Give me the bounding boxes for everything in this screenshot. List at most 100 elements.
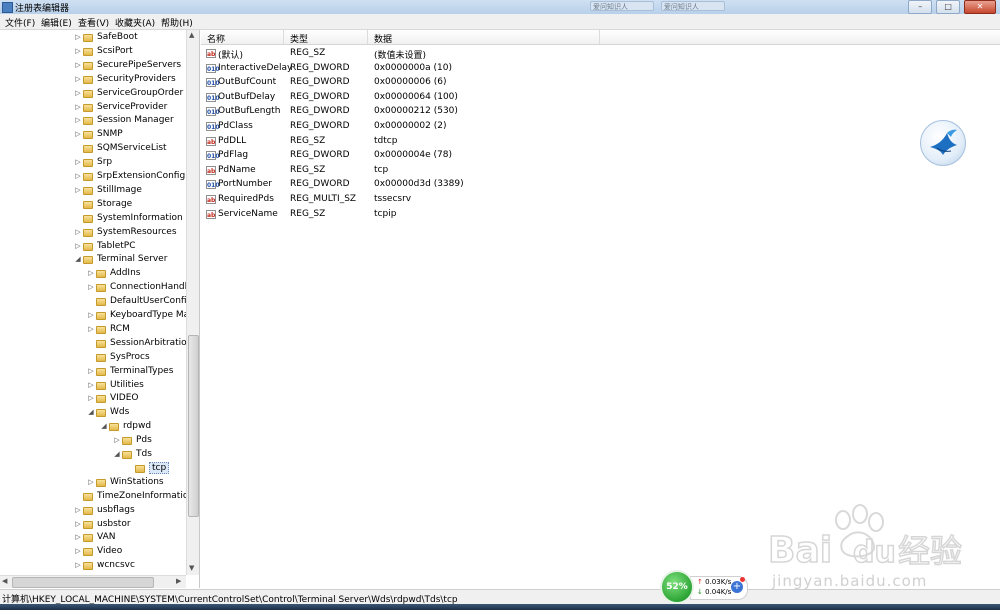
- value-row[interactable]: ab PdName REG_SZ tcp: [201, 164, 1000, 178]
- tree-node-storage[interactable]: Storage: [0, 198, 185, 212]
- tree-node-video[interactable]: ▷ Video: [0, 545, 185, 559]
- tree-node-safeboot[interactable]: ▷ SafeBoot: [0, 31, 185, 45]
- registry-key-tree[interactable]: ▷ SafeBoot ▷ ScsiPort ▷ SecurePipeServers ▷ Sec…: [0, 30, 200, 588]
- tree-node-systemresources[interactable]: ▷ SystemResources: [0, 226, 185, 240]
- scroll-up-arrow-icon[interactable]: ▲: [189, 31, 194, 39]
- expand-arrow-icon[interactable]: ▷: [74, 61, 82, 69]
- collapse-arrow-icon[interactable]: ◢: [113, 450, 121, 458]
- value-row[interactable]: 010 OutBufLength REG_DWORD 0x00000212 (530): [201, 105, 1000, 119]
- close-button[interactable]: ✕: [964, 0, 996, 14]
- tree-node-systeminformation[interactable]: SystemInformation: [0, 212, 185, 226]
- scroll-right-arrow-icon[interactable]: ▶: [176, 577, 181, 585]
- expand-arrow-icon[interactable]: ▷: [87, 269, 95, 277]
- value-row[interactable]: 010 PortNumber REG_DWORD 0x00000d3d (3389): [201, 178, 1000, 192]
- expand-arrow-icon[interactable]: ▷: [87, 478, 95, 486]
- value-row[interactable]: ab PdDLL REG_SZ tdtcp: [201, 135, 1000, 149]
- value-row[interactable]: 010 PdFlag REG_DWORD 0x0000004e (78): [201, 149, 1000, 163]
- background-window-tab[interactable]: 爱问知识人: [660, 1, 725, 11]
- tree-horizontal-scrollbar[interactable]: ◀ ▶: [0, 575, 186, 588]
- network-speed-widget[interactable]: ↑ 0.03K/s ↓ 0.04K/s 52% +: [660, 570, 750, 604]
- tree-node-servicegrouporder[interactable]: ▷ ServiceGroupOrder: [0, 87, 185, 101]
- tree-node-winstations[interactable]: ▷ WinStations: [0, 476, 185, 490]
- tree-node-wds[interactable]: ◢ Wds: [0, 406, 185, 420]
- expand-arrow-icon[interactable]: ▷: [87, 381, 95, 389]
- expand-arrow-icon[interactable]: ▷: [74, 47, 82, 55]
- expand-arrow-icon[interactable]: ▷: [74, 158, 82, 166]
- menu-view[interactable]: 查看(V): [78, 16, 109, 29]
- tree-node-srpextensionconfig[interactable]: ▷ SrpExtensionConfig: [0, 170, 185, 184]
- expand-arrow-icon[interactable]: ▷: [87, 311, 95, 319]
- tree-node-sqmservicelist[interactable]: SQMServiceList: [0, 142, 185, 156]
- expand-arrow-icon[interactable]: ▷: [74, 547, 82, 555]
- tree-node-rdpwd[interactable]: ◢ rdpwd: [0, 420, 185, 434]
- tree-node-terminaltypes[interactable]: ▷ TerminalTypes: [0, 365, 185, 379]
- tree-node-usbstor[interactable]: ▷ usbstor: [0, 518, 185, 532]
- value-row[interactable]: 010 OutBufCount REG_DWORD 0x00000006 (6): [201, 76, 1000, 90]
- menu-file[interactable]: 文件(F): [5, 16, 35, 29]
- tree-node-addins[interactable]: ▷ AddIns: [0, 267, 185, 281]
- tree-node-van[interactable]: ▷ VAN: [0, 531, 185, 545]
- tree-node-securepipeservers[interactable]: ▷ SecurePipeServers: [0, 59, 185, 73]
- expand-arrow-icon[interactable]: ▷: [87, 325, 95, 333]
- value-row[interactable]: ab (默认) REG_SZ (数值未设置): [201, 47, 1000, 61]
- tree-node-stillimage[interactable]: ▷ StillImage: [0, 184, 185, 198]
- tree-node-serviceprovider[interactable]: ▷ ServiceProvider: [0, 101, 185, 115]
- expand-arrow-icon[interactable]: ▷: [74, 33, 82, 41]
- tree-node-tcp[interactable]: tcp: [0, 461, 185, 476]
- expand-arrow-icon[interactable]: ▷: [74, 506, 82, 514]
- column-header-name[interactable]: 名称: [207, 32, 225, 45]
- column-header-data[interactable]: 数据: [374, 32, 392, 45]
- tree-node-terminal-server[interactable]: ◢ Terminal Server: [0, 253, 185, 267]
- expand-arrow-icon[interactable]: ▷: [74, 561, 82, 569]
- tree-node-wcncsvc[interactable]: ▷ wcncsvc: [0, 559, 185, 573]
- tree-node-connectionhandler[interactable]: ▷ ConnectionHandler: [0, 281, 196, 295]
- expand-arrow-icon[interactable]: ▷: [87, 394, 95, 402]
- minimize-button[interactable]: –: [908, 0, 933, 14]
- collapse-arrow-icon[interactable]: ◢: [74, 255, 82, 263]
- tree-node-securityproviders[interactable]: ▷ SecurityProviders: [0, 73, 185, 87]
- value-row[interactable]: 010 OutBufDelay REG_DWORD 0x00000064 (100): [201, 91, 1000, 105]
- expand-arrow-icon[interactable]: ▷: [74, 520, 82, 528]
- expand-arrow-icon[interactable]: ▷: [74, 75, 82, 83]
- expand-arrow-icon[interactable]: ▷: [74, 130, 82, 138]
- tree-node-defaultuserconfigu[interactable]: DefaultUserConfigu: [0, 295, 198, 309]
- background-window-tab[interactable]: 爱问知识人: [590, 1, 654, 11]
- expand-arrow-icon[interactable]: ▷: [74, 103, 82, 111]
- column-header-type[interactable]: 类型: [290, 32, 308, 45]
- memory-usage-ball[interactable]: 52%: [660, 570, 694, 604]
- tree-node-scsiport[interactable]: ▷ ScsiPort: [0, 45, 185, 59]
- tree-node-pds[interactable]: ▷ Pds: [0, 434, 185, 448]
- registry-value-list[interactable]: 名称 类型 数据 ab (默认) REG_SZ (数值未设置) 010 Interacti…: [201, 30, 1000, 590]
- expand-arrow-icon[interactable]: ▷: [87, 283, 95, 291]
- expand-arrow-icon[interactable]: ▷: [74, 116, 82, 124]
- expand-arrow-icon[interactable]: ▷: [74, 186, 82, 194]
- tree-node-tds[interactable]: ◢ Tds: [0, 448, 185, 462]
- expand-arrow-icon[interactable]: ▷: [87, 367, 95, 375]
- value-row[interactable]: ab RequiredPds REG_MULTI_SZ tssecsrv: [201, 193, 1000, 207]
- value-row[interactable]: 010 InteractiveDelay REG_DWORD 0x0000000a (…: [201, 62, 1000, 76]
- collapse-arrow-icon[interactable]: ◢: [87, 408, 95, 416]
- tree-node-timezoneinformation[interactable]: TimeZoneInformation: [0, 490, 194, 504]
- tree-node-video[interactable]: ▷ VIDEO: [0, 392, 185, 406]
- expand-arrow-icon[interactable]: ▷: [74, 242, 82, 250]
- tree-node-snmp[interactable]: ▷ SNMP: [0, 128, 185, 142]
- tree-node-keyboardtype-map[interactable]: ▷ KeyboardType Map: [0, 309, 195, 323]
- expand-arrow-icon[interactable]: ▷: [74, 533, 82, 541]
- menu-edit[interactable]: 编辑(E): [41, 16, 72, 29]
- tree-node-usbflags[interactable]: ▷ usbflags: [0, 504, 185, 518]
- bird-logo-icon[interactable]: [920, 120, 966, 166]
- tree-node-sysprocs[interactable]: SysProcs: [0, 351, 185, 365]
- tree-node-session-manager[interactable]: ▷ Session Manager: [0, 114, 185, 128]
- tree-node-srp[interactable]: ▷ Srp: [0, 156, 185, 170]
- accelerate-plus-icon[interactable]: +: [731, 581, 743, 593]
- expand-arrow-icon[interactable]: ▷: [113, 436, 121, 444]
- tree-horizontal-scroll-thumb[interactable]: [12, 577, 154, 588]
- expand-arrow-icon[interactable]: ▷: [74, 172, 82, 180]
- tree-node-rcm[interactable]: ▷ RCM: [0, 323, 185, 337]
- value-row[interactable]: 010 PdClass REG_DWORD 0x00000002 (2): [201, 120, 1000, 134]
- scroll-left-arrow-icon[interactable]: ◀: [2, 577, 7, 585]
- expand-arrow-icon[interactable]: ▷: [74, 89, 82, 97]
- tree-node-utilities[interactable]: ▷ Utilities: [0, 379, 185, 393]
- collapse-arrow-icon[interactable]: ◢: [100, 422, 108, 430]
- tree-node-tabletpc[interactable]: ▷ TabletPC: [0, 240, 185, 254]
